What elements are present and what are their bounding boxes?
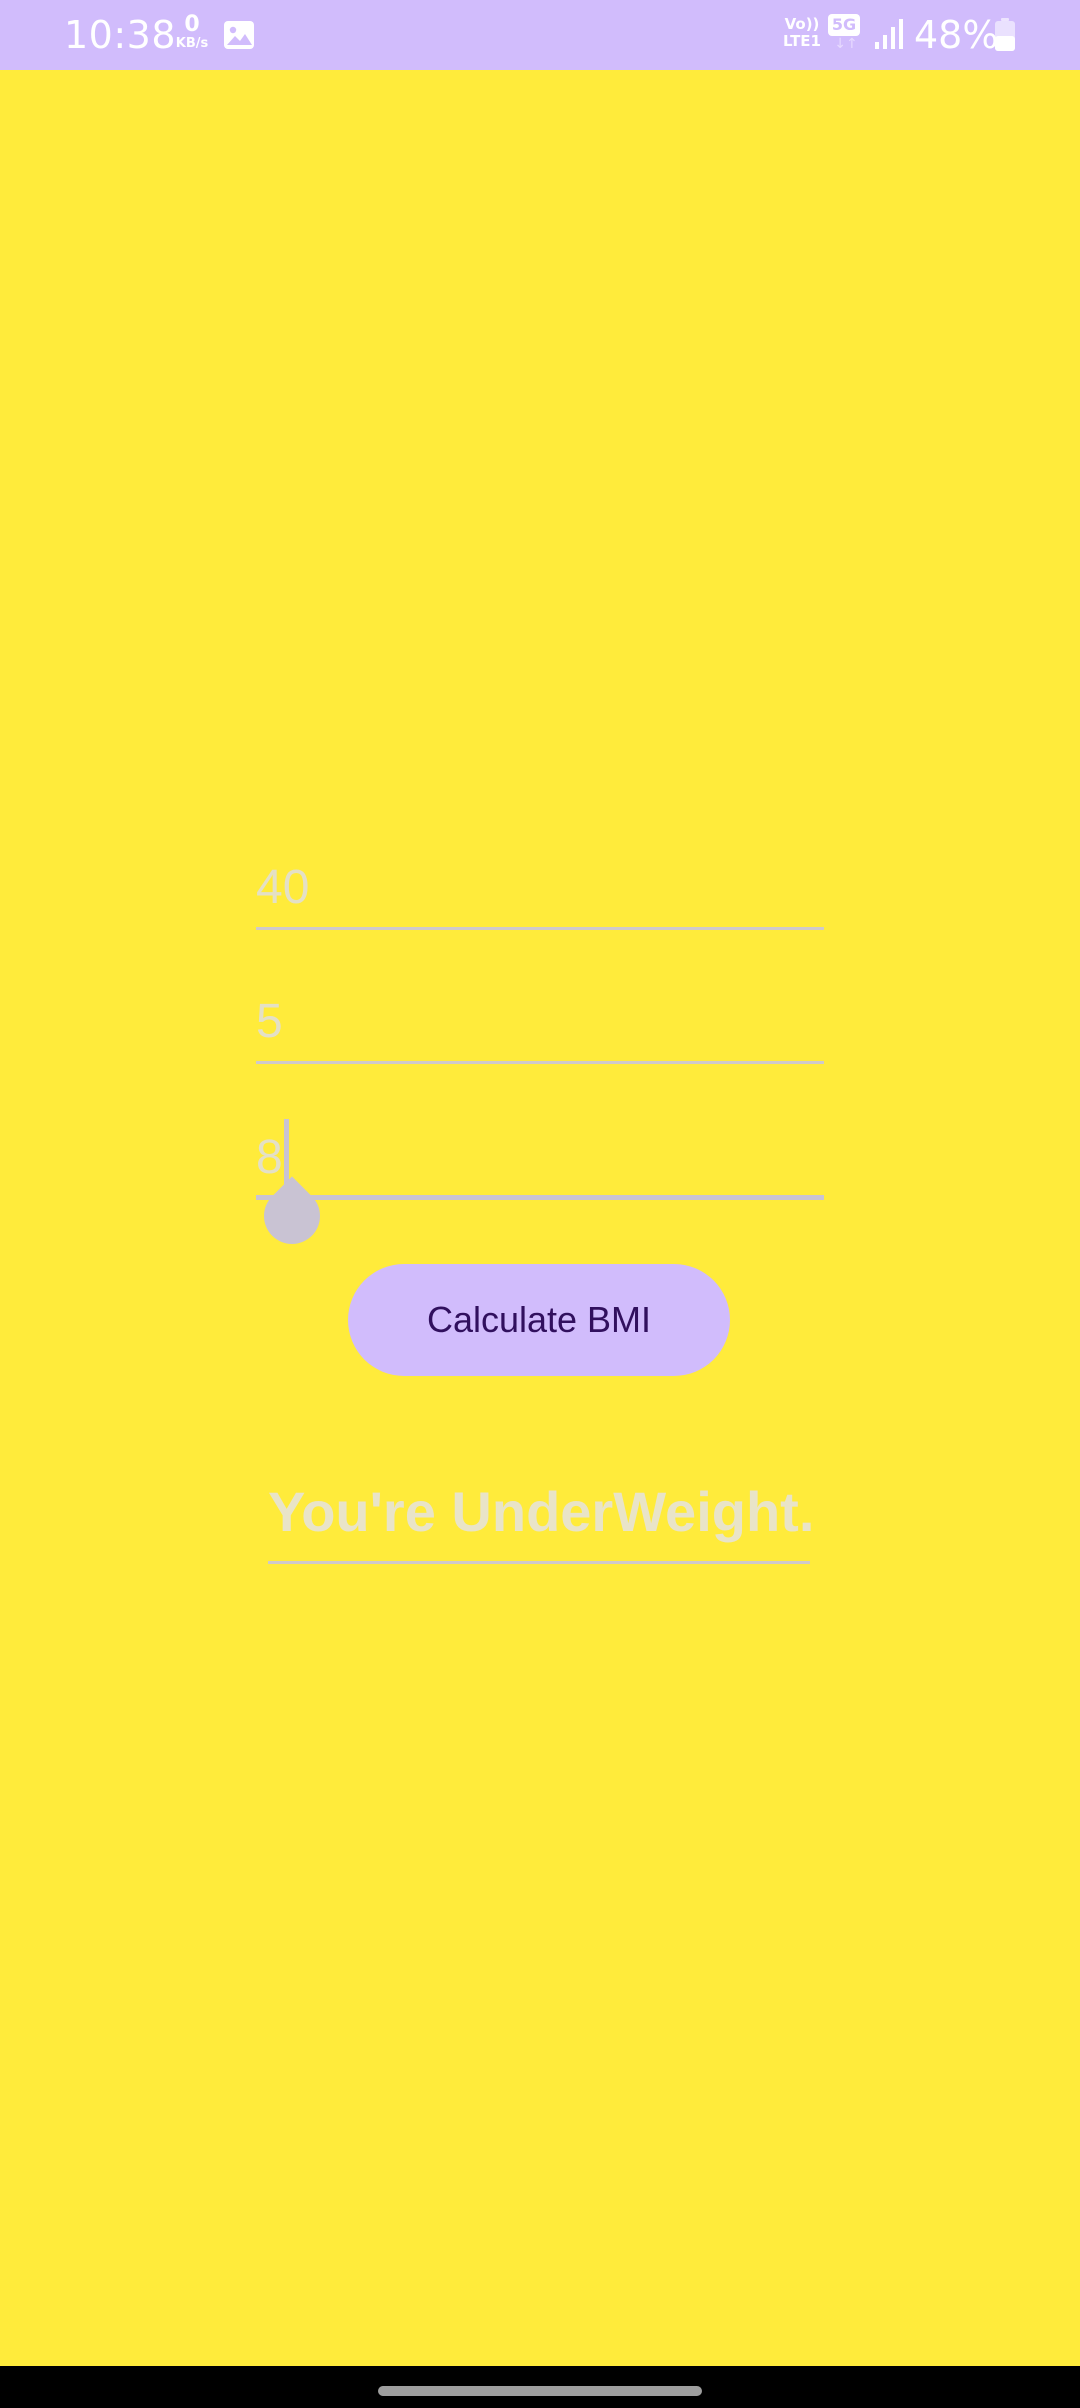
network-speed: 0 KB/s — [172, 14, 212, 52]
height-inches-input-value: 8 — [256, 1131, 283, 1184]
gallery-icon — [222, 18, 256, 52]
weight-input-value: 40 — [256, 861, 310, 914]
calculate-bmi-button[interactable]: Calculate BMI — [348, 1264, 730, 1376]
weight-field-underline — [256, 927, 824, 930]
status-time: 10:38 — [64, 13, 177, 57]
network-speed-value: 0 — [184, 12, 200, 37]
navigation-bar — [0, 2366, 1080, 2408]
volte-line2: LTE1 — [783, 32, 821, 50]
status-bar: 10:38 0 KB/s Vo)) LTE1 5G ↓↑ 48% — [0, 0, 1080, 70]
bmi-result-text: You're UnderWeight. — [268, 1480, 815, 1543]
data-arrows-icon: ↓↑ — [834, 36, 858, 52]
network-type: 5G — [828, 14, 860, 36]
weight-field[interactable]: 40 — [256, 848, 824, 930]
bmi-result-underline — [268, 1561, 810, 1564]
signal-icon — [874, 18, 904, 50]
5g-icon: 5G ↓↑ — [828, 14, 864, 54]
volte-icon: Vo)) LTE1 — [780, 16, 824, 50]
height-feet-input-value: 5 — [256, 995, 283, 1048]
network-speed-unit: KB/s — [175, 36, 209, 51]
height-feet-field-underline — [256, 1061, 824, 1064]
home-gesture-handle[interactable] — [378, 2386, 702, 2396]
height-feet-field[interactable]: 5 — [256, 982, 824, 1064]
battery-icon — [994, 18, 1016, 52]
battery-percent: 48% — [914, 13, 999, 57]
height-inches-field-underline — [256, 1195, 824, 1200]
height-inches-field[interactable]: 8 — [252, 1118, 824, 1256]
volte-line1: Vo)) — [784, 15, 820, 33]
cursor-handle[interactable] — [252, 1176, 332, 1256]
bmi-result: You're UnderWeight. — [268, 1480, 815, 1564]
